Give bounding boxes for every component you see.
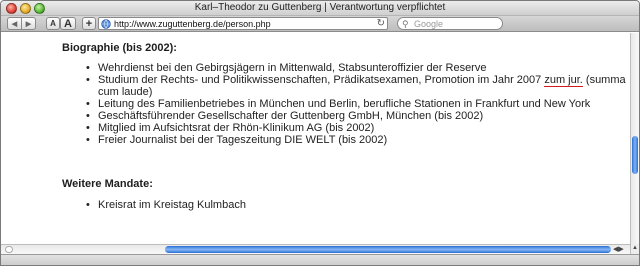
horizontal-scroll-thumb[interactable] (165, 246, 611, 253)
title-bar: Karl–Theodor zu Guttenberg | Verantwortu… (1, 1, 639, 16)
text-larger-button[interactable]: A (60, 17, 76, 30)
list-item: Mitglied im Aufsichtsrat der Rhön-Klinik… (80, 122, 628, 134)
search-field[interactable]: ⚲ Google (397, 17, 503, 30)
mandates-list: Kreisrat im Kreistag Kulmbach (80, 199, 628, 211)
vertical-scroll-thumb[interactable] (632, 136, 638, 174)
search-placeholder: Google (414, 19, 444, 29)
globe-icon (101, 19, 111, 29)
back-button[interactable]: ◀ (7, 17, 22, 30)
vertical-scrollbar[interactable] (630, 33, 639, 244)
horizontal-scrollbar[interactable]: ◀▶ (1, 244, 630, 254)
horizontal-scroll-arrows[interactable]: ◀▶ (613, 245, 624, 254)
back-arrow-icon: ◀ (11, 20, 18, 28)
biography-heading: Biographie (bis 2002): (62, 42, 177, 54)
list-item: Geschäftsführender Gesellschafter der Gu… (80, 110, 628, 122)
forward-arrow-icon: ▶ (25, 20, 32, 28)
address-bar[interactable]: http://www.zuguttenberg.de/person.php ↻ (98, 17, 388, 30)
studium-text: Studium der Rechts- und Politikwissensch… (98, 74, 545, 86)
browser-window: Karl–Theodor zu Guttenberg | Verantwortu… (0, 0, 640, 266)
browser-toolbar: ◀ ▶ A A + http://www.zuguttenberg.de/per… (1, 16, 639, 32)
list-item: Leitung des Familienbetriebes in München… (80, 98, 628, 110)
mandates-heading: Weitere Mandate: (62, 178, 153, 190)
list-item: Studium der Rechts- und Politikwissensch… (80, 74, 628, 98)
text-smaller-button[interactable]: A (46, 17, 60, 30)
url-text: http://www.zuguttenberg.de/person.php (114, 19, 271, 29)
horizontal-scroll-cap (5, 246, 13, 253)
reload-icon[interactable]: ↻ (377, 18, 385, 30)
search-icon: ⚲ (402, 19, 409, 29)
list-item: Freier Journalist bei der Tageszeitung D… (80, 134, 628, 146)
spellcheck-underlined-text: zum jur. (544, 74, 583, 87)
biography-list: Wehrdienst bei den Gebirgsjägern in Mitt… (80, 62, 628, 146)
list-item: Wehrdienst bei den Gebirgsjägern in Mitt… (80, 62, 628, 74)
page-content: Biographie (bis 2002): Wehrdienst bei de… (1, 33, 630, 244)
forward-button[interactable]: ▶ (21, 17, 36, 30)
window-title: Karl–Theodor zu Guttenberg | Verantwortu… (194, 2, 446, 13)
status-bar (1, 254, 639, 265)
add-bookmark-button[interactable]: + (82, 17, 96, 30)
list-item: Kreisrat im Kreistag Kulmbach (80, 199, 628, 211)
